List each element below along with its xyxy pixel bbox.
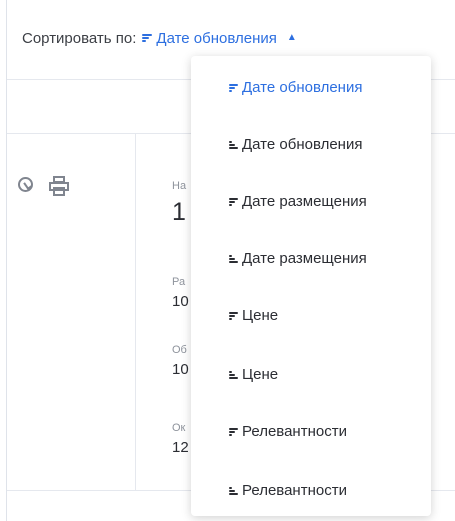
sort-option-label: Цене (242, 307, 279, 324)
info-value-1: 10 (172, 293, 189, 310)
sort-option-label: Релевантности (242, 482, 347, 499)
sort-asc-icon (229, 140, 238, 149)
sort-asc-icon (229, 370, 238, 379)
key-icon[interactable] (18, 177, 33, 192)
sort-desc-icon (229, 197, 238, 206)
sort-desc-icon (142, 33, 153, 43)
info-big-value: 1 (172, 198, 186, 226)
sort-option-label: Дате размещения (242, 193, 367, 210)
info-value-2: 10 (172, 361, 189, 378)
sort-desc-icon (229, 311, 238, 320)
sort-option-published-desc[interactable]: Дате размещения (229, 193, 367, 210)
sort-dropdown-toggle[interactable]: Дате обновления ▲ (142, 29, 297, 47)
sort-option-label: Цене (242, 366, 279, 383)
sort-prefix-label: Сортировать по: (22, 29, 137, 47)
info-label-3: Об (172, 344, 187, 356)
card-column-divider (135, 134, 136, 490)
sort-option-label: Релевантности (242, 423, 347, 440)
info-label-2: Ра (172, 276, 186, 288)
sort-bar: Сортировать по: Дате обновления ▲ (22, 28, 297, 48)
info-label-4: Ок (172, 422, 186, 434)
sort-option-price-asc[interactable]: Цене (229, 366, 278, 383)
info-value-3: 12 (172, 439, 189, 456)
sort-option-updated-desc[interactable]: Дате обновления (229, 79, 362, 96)
info-label-1: На (172, 180, 187, 192)
sort-options-dropdown: Дате обновления Дате обновления Дате раз… (191, 56, 431, 516)
sort-option-label: Дате обновления (242, 136, 363, 153)
sort-option-relevance-asc[interactable]: Релевантности (229, 482, 347, 499)
sort-option-label: Дате обновления (242, 79, 363, 96)
sort-option-updated-asc[interactable]: Дате обновления (229, 136, 362, 153)
sort-asc-icon (229, 486, 238, 495)
sort-option-published-asc[interactable]: Дате размещения (229, 250, 367, 267)
sort-current-label: Дате обновления (156, 29, 277, 47)
caret-up-icon: ▲ (286, 32, 297, 43)
sort-desc-icon (229, 427, 238, 436)
sort-option-price-desc[interactable]: Цене (229, 307, 278, 324)
printer-icon[interactable] (48, 175, 70, 197)
sort-asc-icon (229, 254, 238, 263)
sort-desc-icon (229, 83, 238, 92)
sort-option-relevance-desc[interactable]: Релевантности (229, 423, 347, 440)
sort-option-label: Дате размещения (242, 250, 367, 267)
